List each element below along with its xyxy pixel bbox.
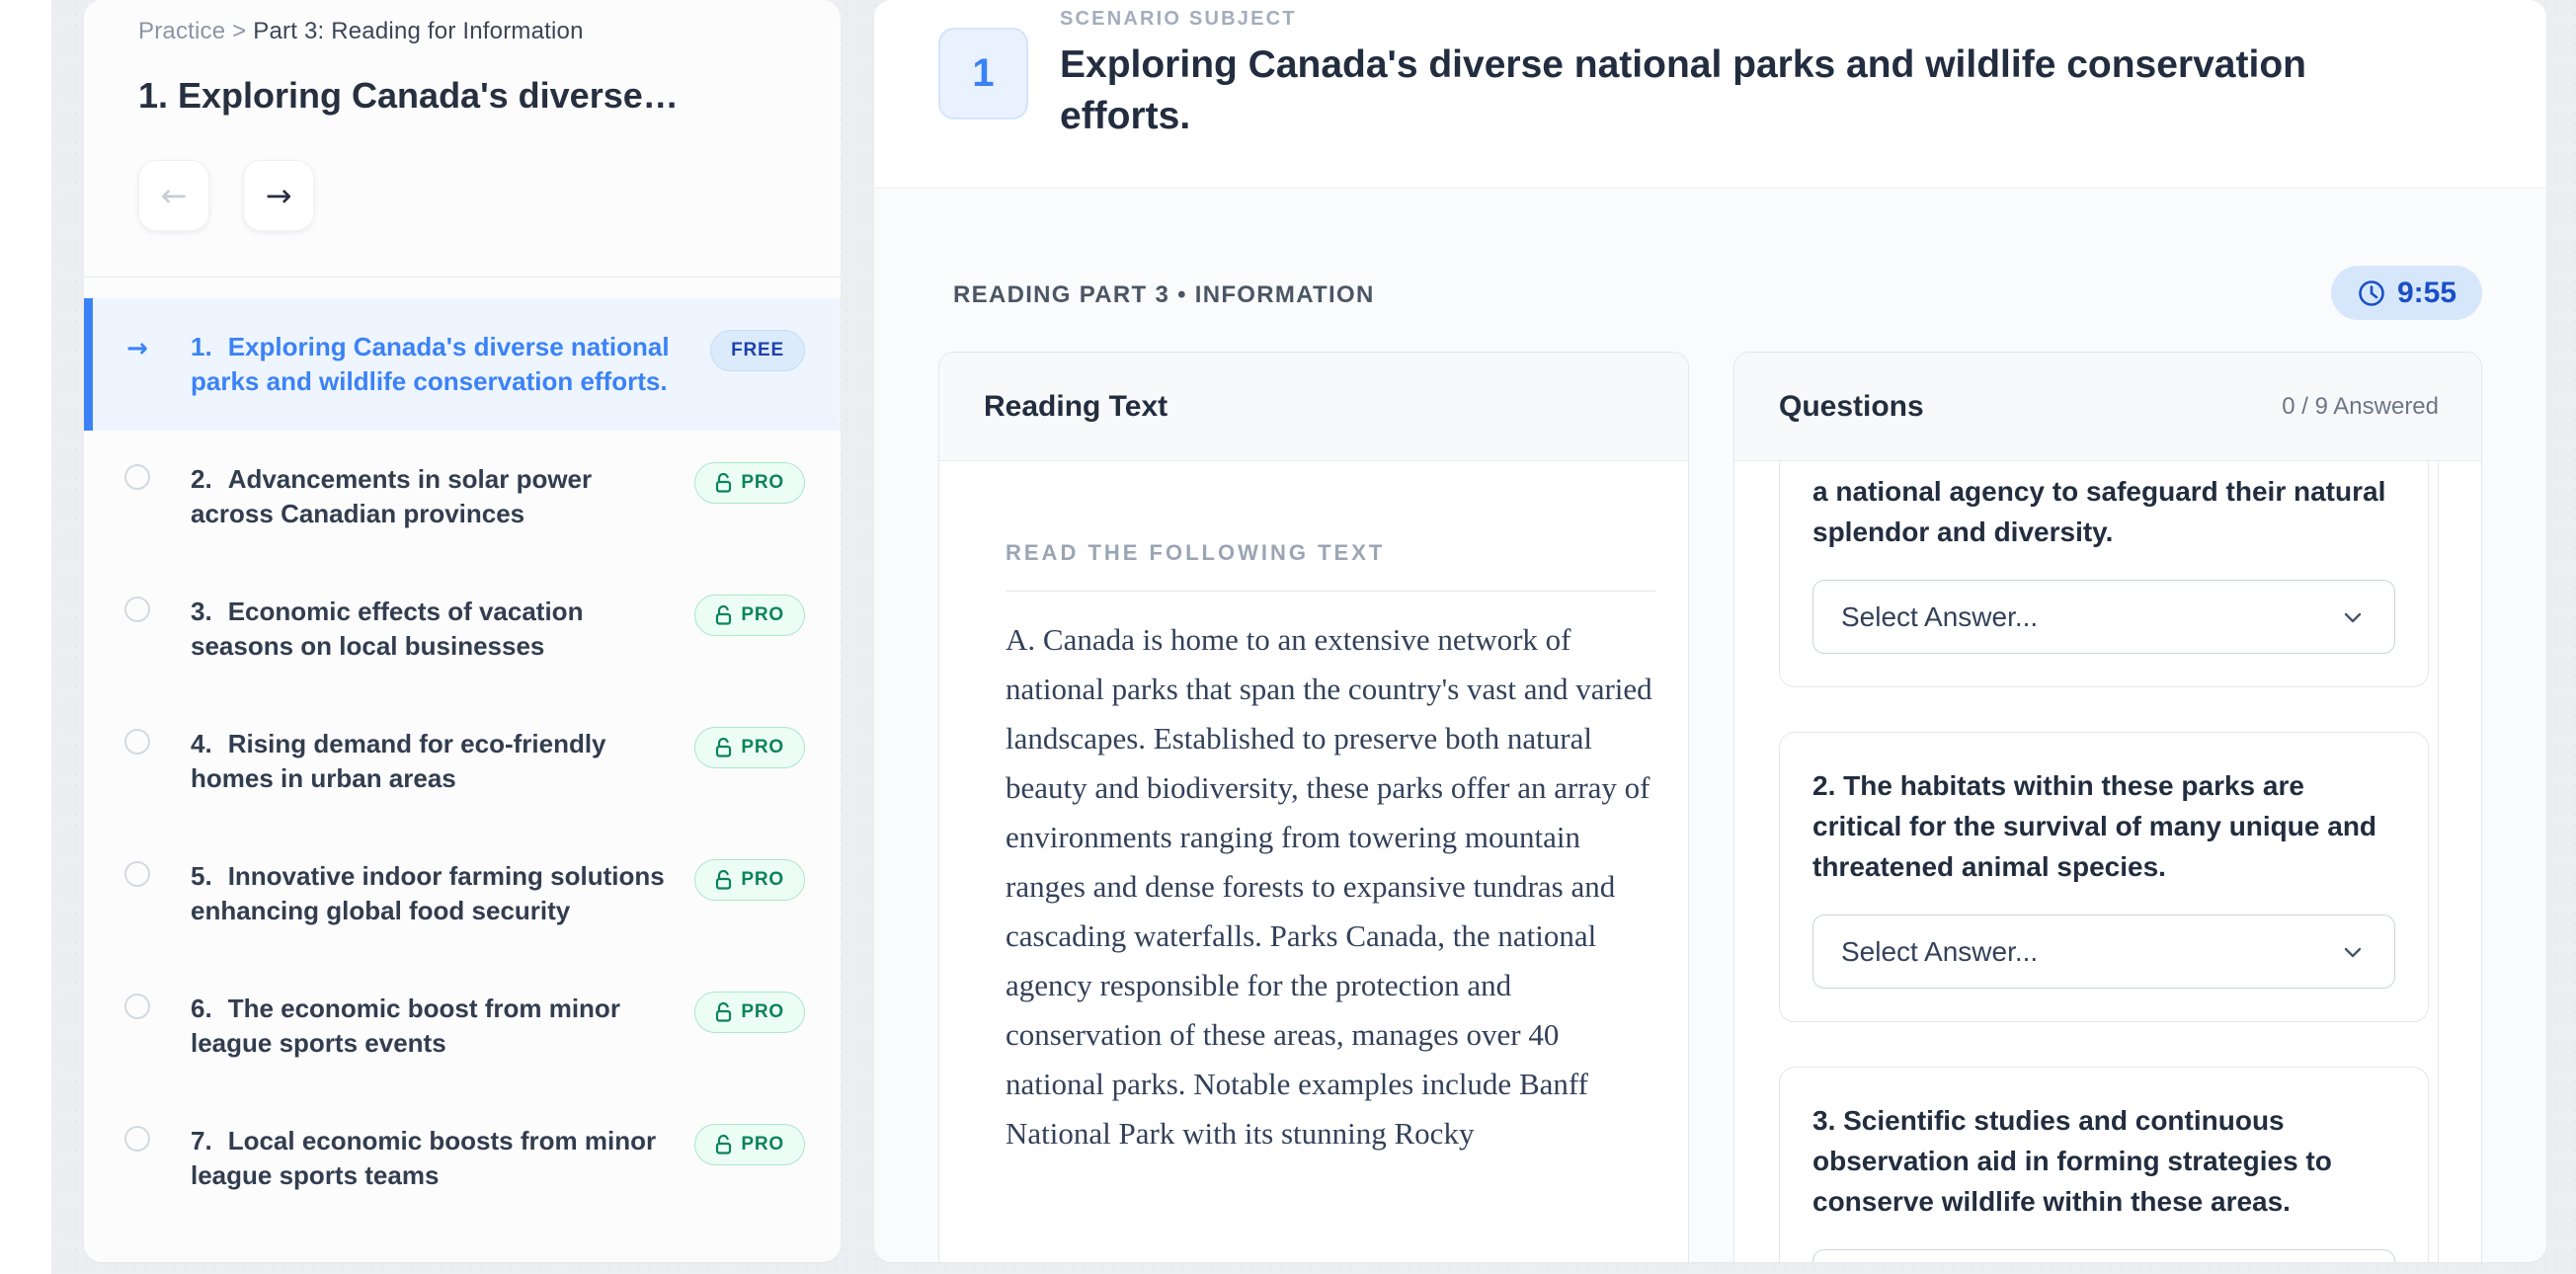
lesson-label: Advancements in solar power across Canad…: [191, 464, 592, 528]
timer-badge: 9:55: [2331, 266, 2482, 320]
chevron-down-icon: [2339, 603, 2367, 631]
scenario-number-badge: 1: [938, 28, 1028, 119]
lesson-label: Rising demand for eco-friendly homes in …: [191, 729, 606, 793]
answered-progress: 0 / 9 Answered: [2282, 393, 2439, 421]
lesson-list: → 1.Exploring Canada's diverse national …: [84, 278, 841, 1225]
content-area: READING PART 3 • INFORMATION 9:55 Readin…: [874, 190, 2546, 1262]
radio-circle-icon: [124, 861, 150, 887]
section-label: READING PART 3 • INFORMATION: [953, 281, 1375, 309]
questions-scrollbar-track[interactable]: [2438, 461, 2439, 1262]
question-text: 3. Scientific studies and continuous obs…: [1812, 1100, 2395, 1222]
lesson-item-5[interactable]: 5.Innovative indoor farming solutions en…: [84, 828, 841, 960]
lesson-number: 3.: [191, 597, 212, 626]
lesson-label: Local economic boosts from minor league …: [191, 1126, 656, 1190]
pro-badge: PRO: [694, 859, 805, 901]
lesson-label: The economic boost from minor league spo…: [191, 994, 620, 1058]
timer-value: 9:55: [2397, 277, 2456, 310]
breadcrumb: Practice > Part 3: Reading for Informati…: [138, 18, 795, 45]
sidebar-header: Practice > Part 3: Reading for Informati…: [84, 0, 841, 277]
questions-panel-title: Questions: [1779, 390, 1924, 424]
lesson-number: 7.: [191, 1126, 212, 1155]
clock-icon: [2357, 279, 2386, 308]
radio-circle-icon: [124, 729, 150, 755]
content-toolbar: READING PART 3 • INFORMATION 9:55: [874, 190, 2546, 352]
lock-open-icon: [715, 870, 733, 890]
select-placeholder: Select Answer...: [1841, 936, 2038, 968]
lesson-nav-buttons: ← →: [138, 160, 795, 277]
answer-select-2[interactable]: Select Answer...: [1812, 915, 2395, 989]
lesson-label: Exploring Canada's diverse national park…: [191, 332, 670, 396]
question-text: a national agency to safeguard their nat…: [1812, 471, 2395, 552]
current-item-arrow-icon: →: [126, 332, 148, 399]
radio-circle-icon: [124, 464, 150, 490]
lock-open-icon: [715, 473, 733, 493]
lesson-label: Innovative indoor farming solutions enha…: [191, 861, 665, 925]
answer-select-1[interactable]: Select Answer...: [1812, 580, 2395, 654]
lesson-number: 4.: [191, 729, 212, 758]
question-card-3: 3. Scientific studies and continuous obs…: [1779, 1067, 2429, 1262]
question-card-1: a national agency to safeguard their nat…: [1779, 461, 2429, 687]
reading-panel-title: Reading Text: [984, 390, 1167, 424]
lesson-number: 2.: [191, 464, 212, 494]
pro-badge: PRO: [694, 595, 805, 636]
lesson-item-2[interactable]: 2.Advancements in solar power across Can…: [84, 431, 841, 563]
lesson-number: 6.: [191, 994, 212, 1023]
radio-circle-icon: [124, 1126, 150, 1152]
question-text: 2. The habitats within these parks are c…: [1812, 765, 2395, 887]
questions-panel: Questions 0 / 9 Answered a national agen…: [1733, 352, 2482, 1262]
answer-select-3[interactable]: Select Answer...: [1812, 1249, 2395, 1262]
reading-panel-header: Reading Text: [939, 353, 1688, 461]
free-badge: FREE: [710, 330, 805, 371]
lesson-label: Economic effects of vacation seasons on …: [191, 597, 583, 661]
lesson-item-6[interactable]: 6.The economic boost from minor league s…: [84, 960, 841, 1092]
main-panel: 1 SCENARIO SUBJECT Exploring Canada's di…: [874, 0, 2546, 1262]
previous-lesson-button[interactable]: ←: [138, 160, 209, 231]
lesson-item-3[interactable]: 3.Economic effects of vacation seasons o…: [84, 563, 841, 695]
questions-panel-header: Questions 0 / 9 Answered: [1734, 353, 2481, 461]
pro-badge: PRO: [694, 992, 805, 1033]
pro-badge: PRO: [694, 727, 805, 768]
arrow-left-icon: ←: [161, 177, 188, 214]
lock-open-icon: [715, 738, 733, 757]
questions-scroll-area[interactable]: a national agency to safeguard their nat…: [1734, 461, 2481, 1262]
scenario-header: 1 SCENARIO SUBJECT Exploring Canada's di…: [874, 0, 2546, 189]
breadcrumb-current: Part 3: Reading for Information: [253, 18, 583, 44]
sidebar-lesson-title: 1. Exploring Canada's diverse…: [138, 75, 795, 117]
lock-open-icon: [715, 1002, 733, 1022]
reading-text-panel: Reading Text READ THE FOLLOWING TEXT A. …: [938, 352, 1689, 1262]
pro-badge: PRO: [694, 462, 805, 504]
radio-circle-icon: [124, 994, 150, 1019]
chevron-down-icon: [2339, 938, 2367, 966]
radio-circle-icon: [124, 597, 150, 622]
breadcrumb-separator: >: [232, 18, 246, 44]
lesson-item-4[interactable]: 4.Rising demand for eco-friendly homes i…: [84, 695, 841, 828]
arrow-right-icon: →: [266, 177, 292, 214]
lock-open-icon: [715, 605, 733, 625]
lesson-item-1[interactable]: → 1.Exploring Canada's diverse national …: [84, 298, 841, 431]
reading-instruction-label: READ THE FOLLOWING TEXT: [1006, 540, 1655, 566]
select-placeholder: Select Answer...: [1841, 601, 2038, 633]
scenario-eyebrow-label: SCENARIO SUBJECT: [1060, 8, 1297, 31]
reading-body[interactable]: READ THE FOLLOWING TEXT A. Canada is hom…: [939, 461, 1688, 1198]
lesson-item-7[interactable]: 7.Local economic boosts from minor leagu…: [84, 1092, 841, 1225]
page-background: Practice > Part 3: Reading for Informati…: [51, 0, 2576, 1274]
lesson-number: 1.: [191, 332, 212, 361]
question-card-2: 2. The habitats within these parks are c…: [1779, 732, 2429, 1022]
lesson-number: 5.: [191, 861, 212, 891]
panels-row: Reading Text READ THE FOLLOWING TEXT A. …: [938, 352, 2482, 1262]
instruction-divider: [1006, 591, 1655, 592]
lock-open-icon: [715, 1135, 733, 1155]
scenario-title: Exploring Canada's diverse national park…: [1060, 40, 2403, 142]
next-lesson-button[interactable]: →: [243, 160, 314, 231]
sidebar: Practice > Part 3: Reading for Informati…: [84, 0, 841, 1262]
pro-badge: PRO: [694, 1124, 805, 1165]
breadcrumb-root[interactable]: Practice: [138, 18, 225, 44]
reading-passage: A. Canada is home to an extensive networ…: [1006, 615, 1655, 1158]
